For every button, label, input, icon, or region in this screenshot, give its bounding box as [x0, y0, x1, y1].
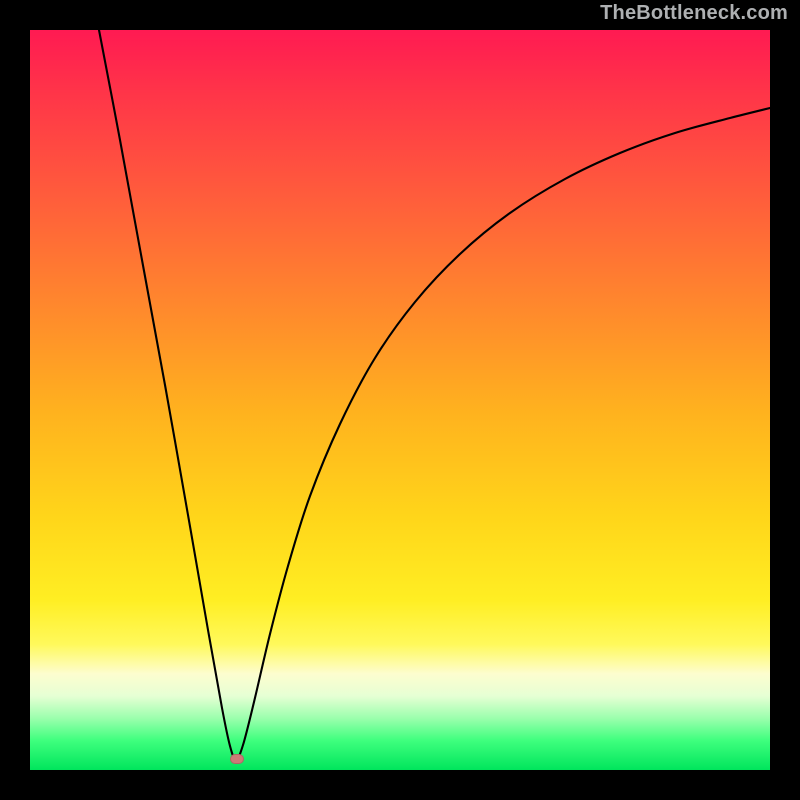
- bottleneck-curve: [99, 30, 770, 760]
- chart-frame: TheBottleneck.com: [0, 0, 800, 800]
- minimum-marker: [230, 754, 244, 764]
- plot-area: [30, 30, 770, 770]
- watermark-text: TheBottleneck.com: [600, 2, 788, 25]
- curve-svg: [30, 30, 770, 770]
